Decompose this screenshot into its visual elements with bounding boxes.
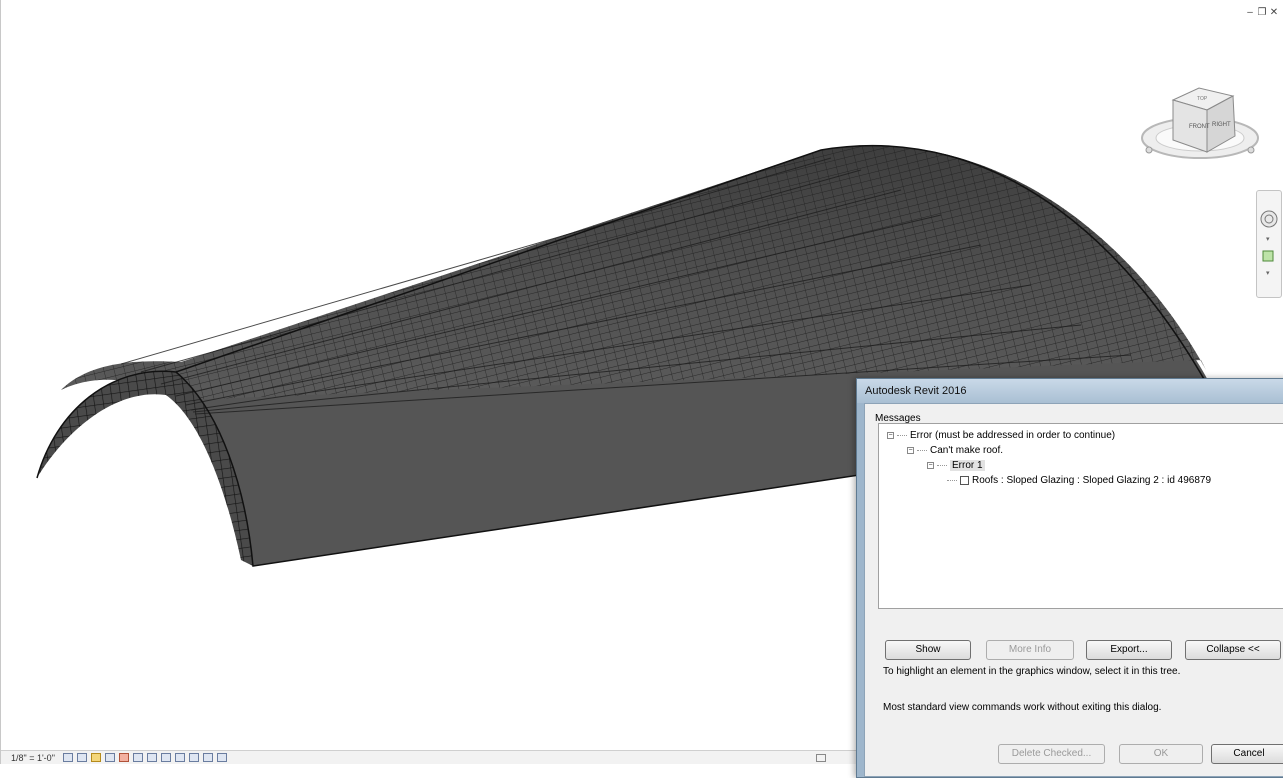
svg-text:▾: ▾ bbox=[1266, 236, 1270, 243]
view-window-controls: ‒ ❐ ✕ bbox=[1245, 8, 1279, 18]
shadows-icon[interactable] bbox=[104, 753, 115, 762]
revit-error-dialog[interactable]: Autodesk Revit 2016 Messages − Error (mu… bbox=[856, 378, 1283, 778]
tree-node-error-root[interactable]: − Error (must be addressed in order to c… bbox=[887, 430, 1115, 441]
tree-connector bbox=[947, 479, 957, 482]
view-control-bar: 1/8" = 1'-0" bbox=[1, 750, 856, 764]
restore-icon[interactable]: ❐ bbox=[1257, 8, 1267, 18]
temporary-hide-icon[interactable] bbox=[174, 753, 185, 762]
tree-child-label: Can't make roof. bbox=[930, 445, 1004, 456]
viewcube[interactable]: FRONT RIGHT TOP bbox=[1137, 78, 1263, 170]
crop-view-icon[interactable] bbox=[132, 753, 143, 762]
more-info-button[interactable]: More Info bbox=[986, 640, 1074, 660]
viewcube-top-label[interactable]: TOP bbox=[1197, 96, 1208, 102]
delete-checked-button[interactable]: Delete Checked... bbox=[998, 744, 1105, 764]
navigation-bar-icons: ▾ ▾ bbox=[1260, 210, 1278, 277]
collapse-icon[interactable]: − bbox=[907, 447, 914, 454]
collapse-icon[interactable]: − bbox=[927, 462, 934, 469]
zoom-icon[interactable] bbox=[1262, 250, 1274, 262]
dialog-title[interactable]: Autodesk Revit 2016 bbox=[857, 379, 1283, 403]
show-crop-icon[interactable] bbox=[146, 753, 157, 762]
tree-connector bbox=[917, 449, 927, 452]
export-button[interactable]: Export... bbox=[1086, 640, 1172, 660]
reveal-hidden-icon[interactable] bbox=[188, 753, 199, 762]
tree-node-roof-element[interactable]: Roofs : Sloped Glazing : Sloped Glazing … bbox=[947, 475, 1211, 486]
resize-grip-icon[interactable] bbox=[816, 753, 826, 762]
tree-root-label: Error (must be addressed in order to con… bbox=[910, 430, 1116, 441]
messages-tree[interactable]: − Error (must be addressed in order to c… bbox=[878, 423, 1283, 609]
tree-error-label: Error 1 bbox=[950, 460, 985, 471]
viewcube-front-label[interactable]: FRONT bbox=[1189, 124, 1210, 130]
view-scale[interactable]: 1/8" = 1'-0" bbox=[11, 753, 55, 763]
collapse-icon[interactable]: − bbox=[887, 432, 894, 439]
svg-text:▾: ▾ bbox=[1266, 270, 1270, 277]
element-checkbox[interactable] bbox=[960, 476, 969, 485]
graphics-viewport[interactable]: ‒ ❐ ✕ FRONT RIGHT TOP ▾ ▾ 1/8" = 1'-0" A… bbox=[0, 0, 1283, 778]
rendering-icon[interactable] bbox=[118, 753, 129, 762]
tree-connector bbox=[897, 434, 907, 437]
hint-highlight-text: To highlight an element in the graphics … bbox=[883, 666, 1181, 677]
hint-view-commands-text: Most standard view commands work without… bbox=[883, 702, 1162, 713]
navigation-bar[interactable]: ▾ ▾ bbox=[1256, 190, 1282, 298]
ok-button[interactable]: OK bbox=[1119, 744, 1203, 764]
lock-view-icon[interactable] bbox=[160, 753, 171, 762]
tree-node-cant-make-roof[interactable]: − Can't make roof. bbox=[907, 445, 1003, 456]
detail-level-icon[interactable] bbox=[62, 753, 73, 762]
tree-element-label: Roofs : Sloped Glazing : Sloped Glazing … bbox=[972, 475, 1212, 486]
cancel-button[interactable]: Cancel bbox=[1211, 744, 1283, 764]
analytical-model-icon[interactable] bbox=[202, 753, 213, 762]
visual-style-icon[interactable] bbox=[76, 753, 87, 762]
steering-wheel-icon[interactable] bbox=[1260, 210, 1278, 228]
sun-path-icon[interactable] bbox=[90, 753, 101, 762]
minimize-icon[interactable]: ‒ bbox=[1245, 8, 1255, 18]
tree-node-error-1[interactable]: − Error 1 bbox=[927, 460, 985, 471]
tree-connector bbox=[937, 464, 947, 467]
close-icon[interactable]: ✕ bbox=[1269, 8, 1279, 18]
show-button[interactable]: Show bbox=[885, 640, 971, 660]
collapse-button[interactable]: Collapse << bbox=[1185, 640, 1281, 660]
highlight-displacement-icon[interactable] bbox=[216, 753, 227, 762]
viewcube-right-label[interactable]: RIGHT bbox=[1212, 122, 1231, 128]
